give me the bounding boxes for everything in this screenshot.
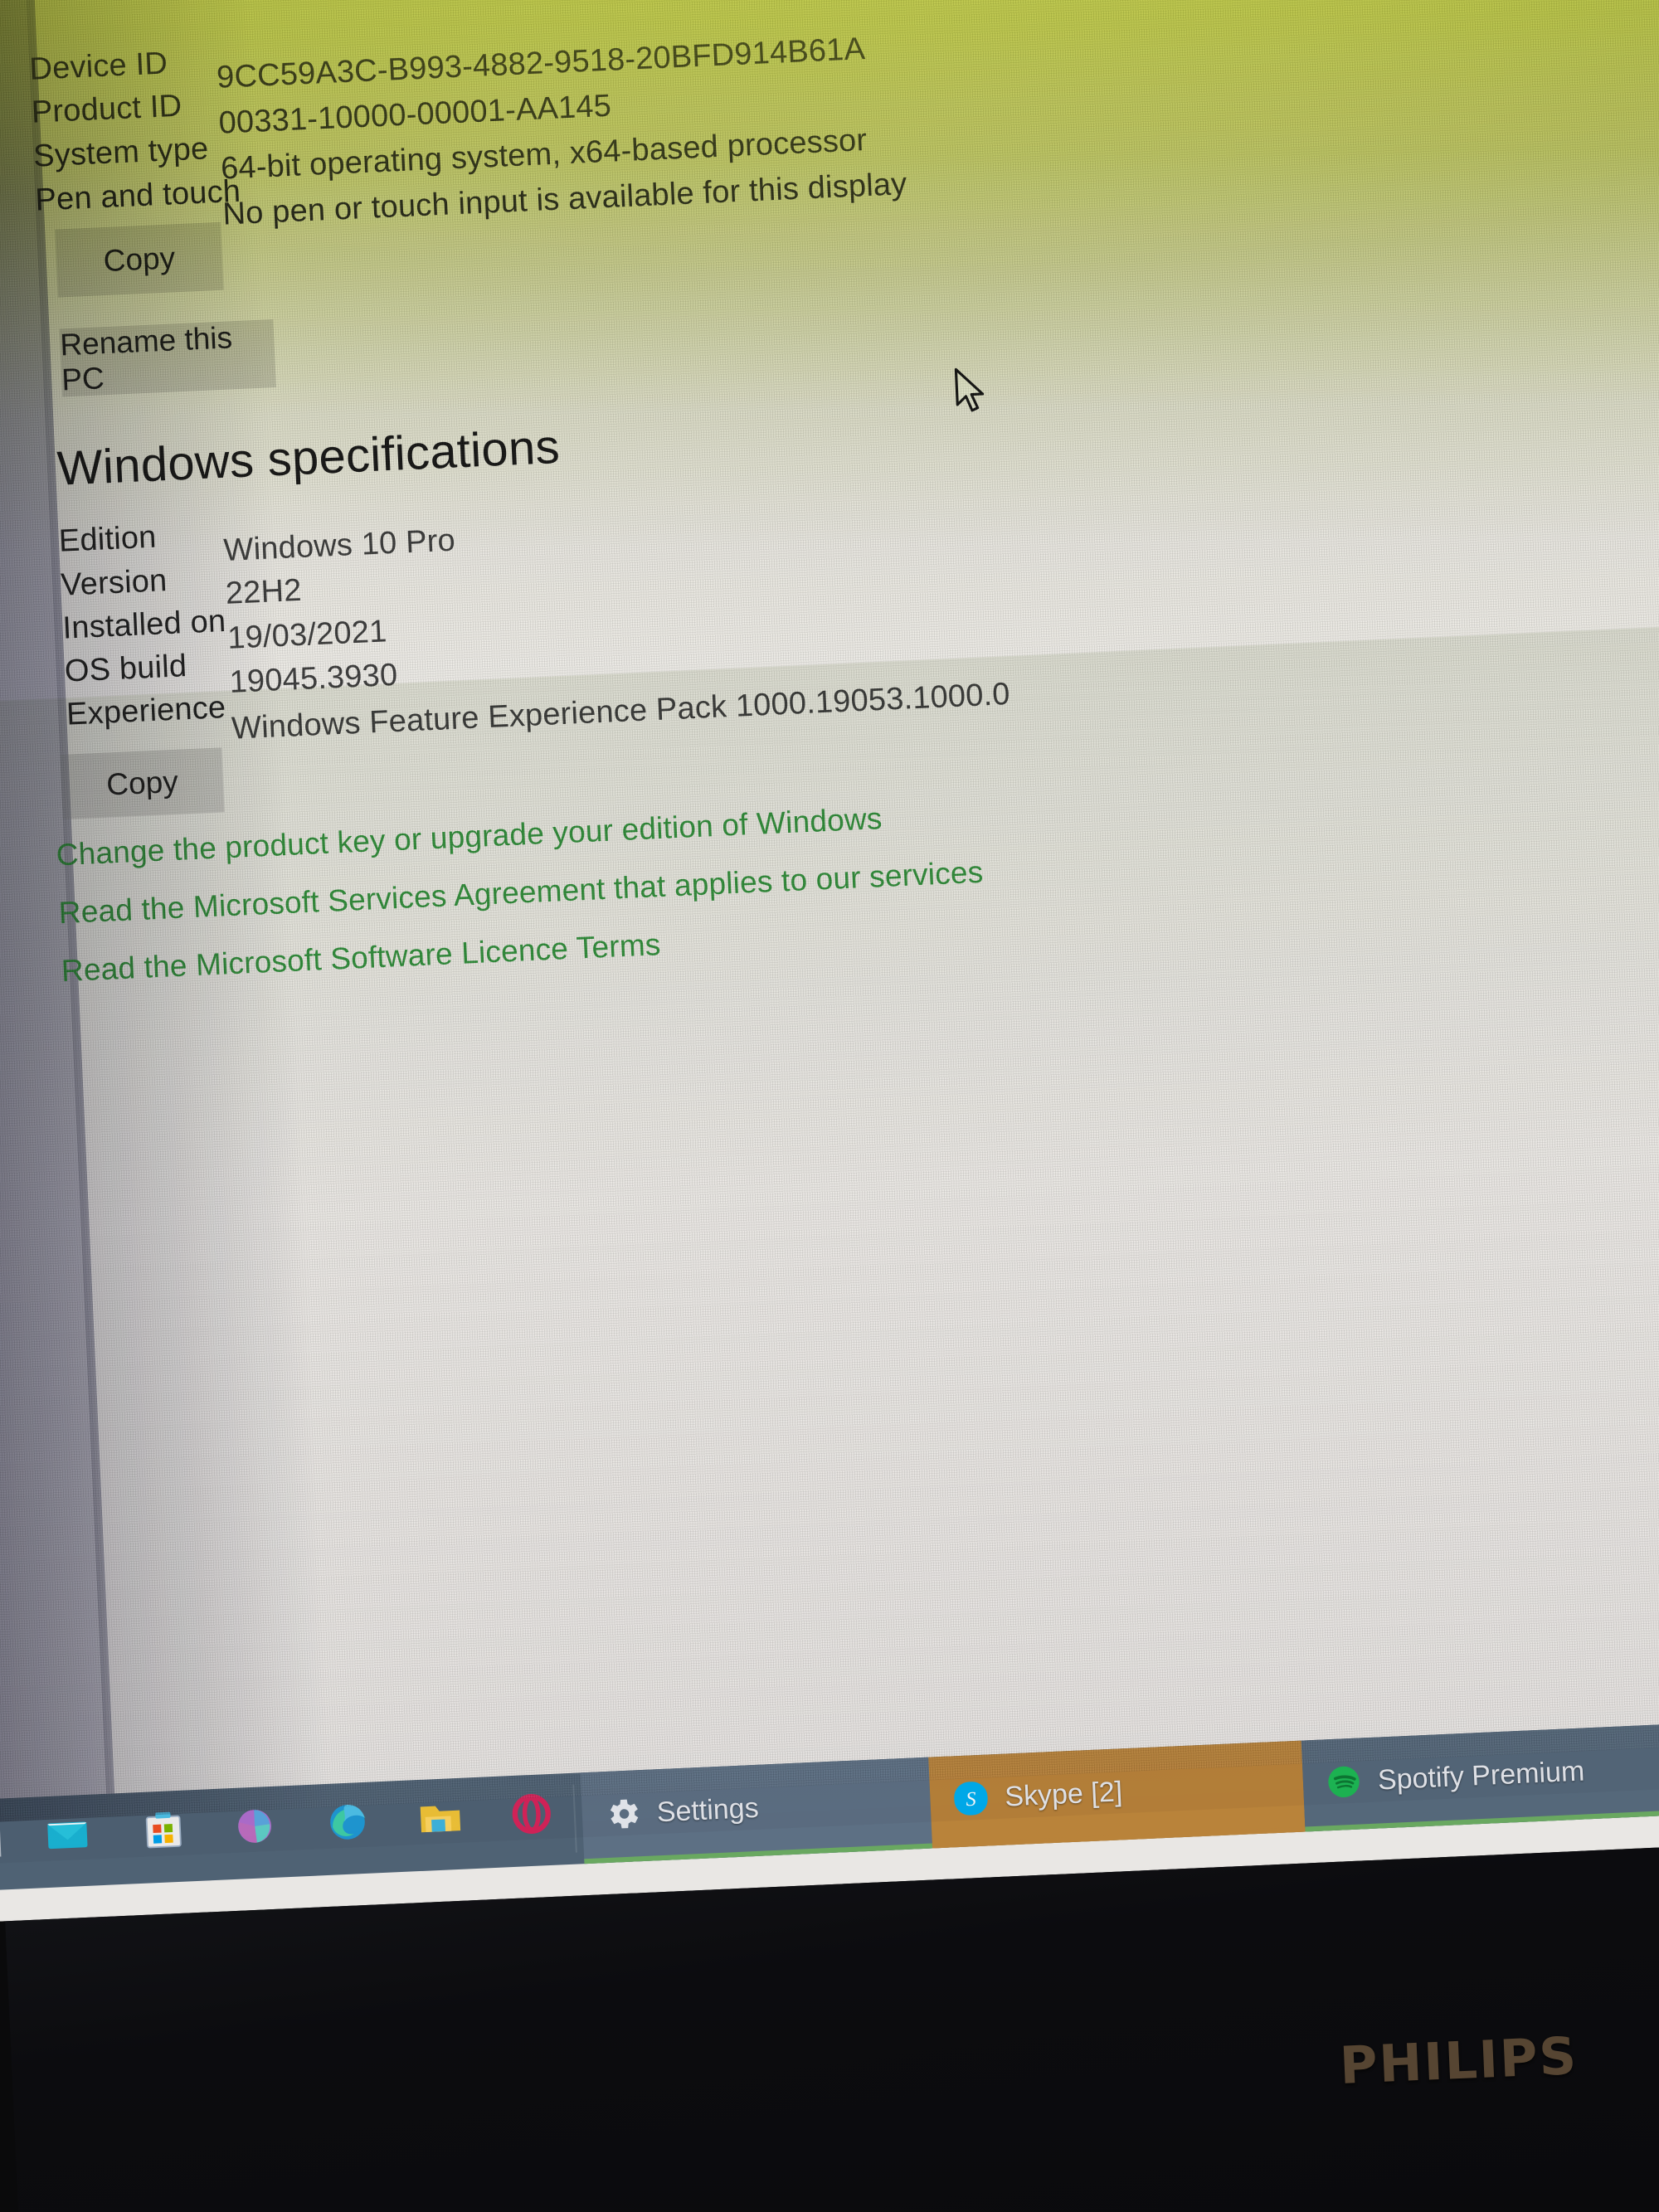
device-row-product-id-value: 00331-10000-00001-AA145 <box>217 88 612 141</box>
device-row-pen-touch-label: Pen and touch <box>34 173 242 218</box>
device-row-product-id-label: Product ID <box>30 88 183 130</box>
copy-windows-specs-button[interactable]: Copy <box>60 747 225 819</box>
device-row-system-type: System type <box>32 131 209 174</box>
link-software-licence-terms[interactable]: Read the Microsoft Software Licence Term… <box>61 927 661 989</box>
specs-row-installed-on-value: 19/03/2021 <box>226 614 388 656</box>
copy-windows-specs-label: Copy <box>105 764 179 802</box>
specs-row-edition-label: Edition <box>58 519 158 559</box>
device-row-product-id: Product ID <box>31 89 182 131</box>
device-row-device-id: Device ID <box>29 46 168 87</box>
taskbar-task-skype[interactable]: S Skype [2] <box>928 1740 1306 1849</box>
device-row-device-id-label: Device ID <box>28 46 168 87</box>
taskbar-task-settings[interactable]: Settings <box>580 1757 933 1864</box>
store-icon[interactable] <box>139 1805 189 1855</box>
skype-icon: S <box>954 1782 988 1816</box>
explorer-icon[interactable] <box>416 1793 466 1844</box>
monitor-photo: PHILIPS RAM 8.00 GB GHz Device ID <box>0 0 1659 2212</box>
mouse-cursor <box>954 367 985 412</box>
rename-this-pc-label: Rename this PC <box>59 320 233 397</box>
copy-device-specs-button[interactable]: Copy <box>55 221 224 298</box>
specs-row-edition: Edition <box>58 520 157 560</box>
specs-row-installed-on: Installed on <box>62 604 226 647</box>
windows-specifications-heading: Windows specifications <box>56 419 562 496</box>
specs-row-version: Version <box>60 563 168 604</box>
edge-icon[interactable] <box>323 1797 373 1848</box>
screen-area: RAM 8.00 GB GHz Device ID 9CC59A3C-B993-… <box>0 0 1659 1923</box>
device-row-device-id-value: 9CC59A3C-B993-4882-9518-20BFD914B61A <box>216 32 866 95</box>
specs-row-experience-label: Experience <box>66 690 227 732</box>
specs-row-experience: Experience <box>66 690 226 733</box>
search-icon[interactable] <box>0 1820 2 1858</box>
photos-icon[interactable] <box>230 1801 280 1852</box>
specs-row-os-build-value: 19045.3930 <box>228 657 399 700</box>
specs-row-installed-on-label: Installed on <box>61 603 227 646</box>
opera-icon[interactable] <box>507 1789 557 1840</box>
specs-row-os-build: OS build <box>64 649 187 690</box>
philips-logo: PHILIPS <box>1338 2025 1579 2096</box>
windows-desktop: RAM 8.00 GB GHz Device ID 9CC59A3C-B993-… <box>0 0 1659 1923</box>
taskbar-separator <box>572 1784 577 1853</box>
device-row-system-type-label: System type <box>32 131 210 174</box>
svg-text:S: S <box>966 1788 976 1811</box>
taskbar-task-skype-label: Skype [2] <box>1004 1775 1123 1813</box>
taskbar-task-settings-label: Settings <box>655 1791 760 1828</box>
specs-row-edition-value: Windows 10 Pro <box>222 523 456 568</box>
gear-icon <box>610 1799 639 1829</box>
device-row-pen-touch: Pen and touch <box>35 174 241 219</box>
specs-row-version-label: Version <box>60 563 168 603</box>
specs-row-version-value: 22H2 <box>225 572 303 611</box>
spotify-icon <box>1328 1766 1360 1798</box>
mail-icon[interactable] <box>42 1810 93 1860</box>
specs-row-os-build-label: OS build <box>63 649 188 689</box>
rename-this-pc-button[interactable]: Rename this PC <box>59 319 276 397</box>
taskbar-task-spotify-label: Spotify Premium <box>1377 1754 1585 1796</box>
copy-device-specs-label: Copy <box>102 241 176 279</box>
about-content-pane: RAM 8.00 GB GHz Device ID 9CC59A3C-B993-… <box>29 0 1659 1794</box>
